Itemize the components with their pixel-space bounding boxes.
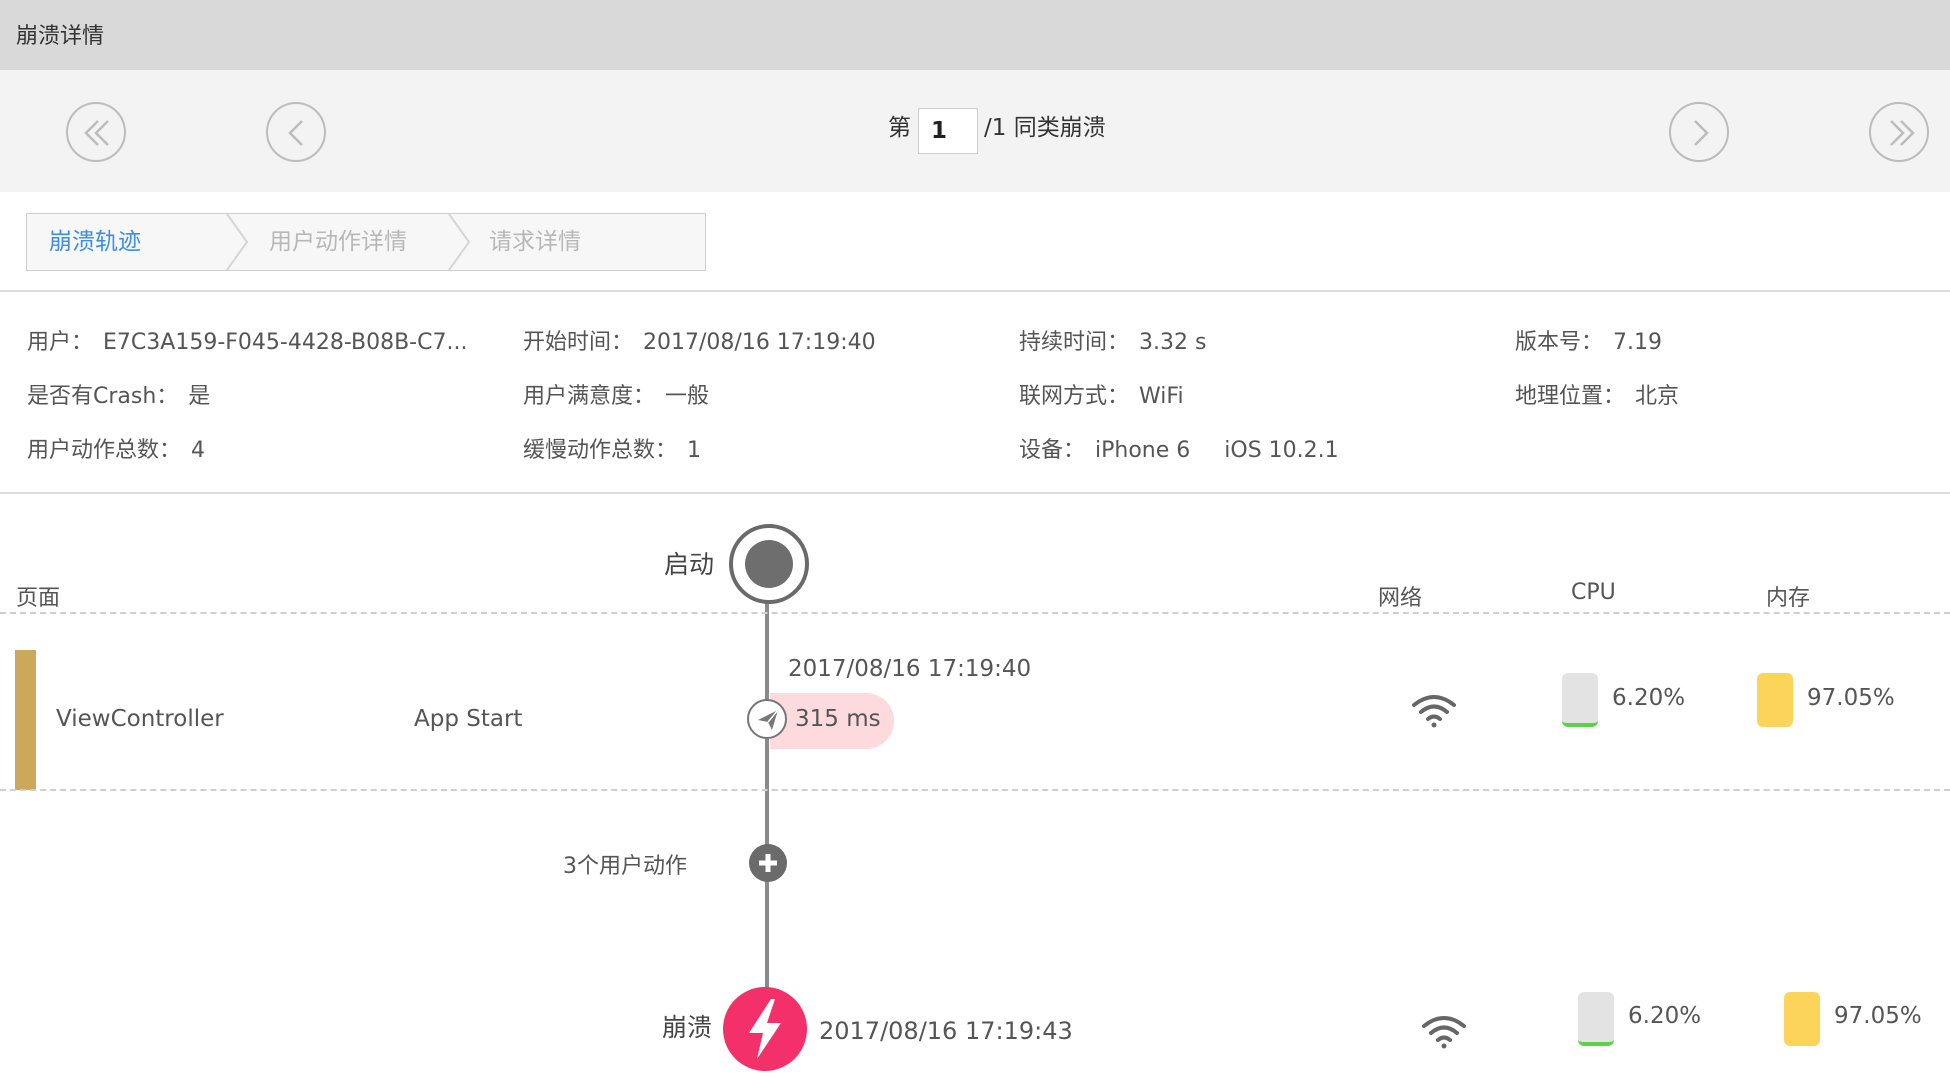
wifi-icon xyxy=(1412,695,1456,728)
row-divider xyxy=(0,789,1950,791)
info-device: 设备： iPhone 6 iOS 10.2.1 xyxy=(1019,432,1339,464)
info-value: 7.19 xyxy=(1613,330,1662,355)
expand-actions-button[interactable] xyxy=(749,844,787,882)
row-page-name: ViewController xyxy=(56,706,224,732)
info-location: 地理位置： 北京 xyxy=(1515,378,1679,410)
row-cpu-value: 6.20% xyxy=(1612,685,1686,711)
tab-separator xyxy=(448,214,471,270)
row-duration: 315 ms xyxy=(795,706,881,732)
info-user: 用户： E7C3A159-F045-4428-B08B-C7... xyxy=(27,324,467,356)
info-os-value: iOS 10.2.1 xyxy=(1224,438,1339,463)
info-label: 开始时间： xyxy=(523,330,634,355)
info-label: 用户动作总数： xyxy=(27,438,182,463)
last-page-button[interactable] xyxy=(1869,102,1929,162)
divider xyxy=(0,492,1950,494)
info-value: 4 xyxy=(191,438,206,463)
info-label: 设备： xyxy=(1019,438,1086,463)
info-slow-total: 缓慢动作总数： 1 xyxy=(523,432,701,464)
info-value: WiFi xyxy=(1139,384,1184,409)
detail-tabs: 崩溃轨迹 用户动作详情 请求详情 xyxy=(26,213,706,271)
column-network: 网络 xyxy=(1378,586,1423,611)
column-memory: 内存 xyxy=(1766,586,1811,611)
first-page-button[interactable] xyxy=(66,102,126,162)
cpu-battery-icon xyxy=(1562,673,1598,727)
divider xyxy=(0,290,1950,292)
info-satisfaction: 用户满意度： 一般 xyxy=(523,378,709,410)
page-suffix: /1 同类崩溃 xyxy=(984,115,1106,141)
info-value: 3.32 s xyxy=(1139,330,1207,355)
header-divider xyxy=(0,612,1950,614)
info-action-total: 用户动作总数： 4 xyxy=(27,432,205,464)
prev-page-button[interactable] xyxy=(266,102,326,162)
chevron-left-icon xyxy=(288,120,303,146)
info-value: E7C3A159-F045-4428-B08B-C7... xyxy=(103,330,468,355)
tab-user-actions[interactable]: 用户动作详情 xyxy=(269,214,407,270)
info-label: 联网方式： xyxy=(1019,384,1130,409)
crash-timestamp: 2017/08/16 17:19:43 xyxy=(819,1017,1073,1045)
start-label: 启动 xyxy=(664,550,715,579)
start-node-icon xyxy=(729,524,809,604)
info-value: iPhone 6 xyxy=(1095,438,1191,463)
info-value: 北京 xyxy=(1635,384,1680,409)
info-has-crash: 是否有Crash： 是 xyxy=(27,378,210,410)
info-label: 用户： xyxy=(27,330,94,355)
cpu-battery-icon xyxy=(1578,992,1614,1046)
info-start-time: 开始时间： 2017/08/16 17:19:40 xyxy=(523,324,876,356)
row-action-name[interactable]: App Start xyxy=(414,706,522,732)
send-icon xyxy=(747,699,787,739)
tab-separator xyxy=(226,214,249,270)
row-memory-value: 97.05% xyxy=(1807,685,1895,711)
info-value: 是 xyxy=(188,384,211,409)
info-value: 2017/08/16 17:19:40 xyxy=(643,330,876,355)
info-label: 持续时间： xyxy=(1019,330,1130,355)
info-value: 1 xyxy=(687,438,702,463)
chevron-right-icon xyxy=(1694,120,1709,146)
memory-battery-icon xyxy=(1757,673,1793,727)
info-value: 一般 xyxy=(665,384,710,409)
pager-bar: 第 /1 同类崩溃 xyxy=(0,70,1950,192)
crash-cpu-value: 6.20% xyxy=(1628,1003,1702,1029)
title-bar: 崩溃详情 xyxy=(0,0,1950,70)
wifi-icon xyxy=(1422,1016,1466,1049)
column-page: 页面 xyxy=(16,586,61,611)
double-chevron-left-icon xyxy=(84,120,109,146)
page-color-bar xyxy=(15,650,36,790)
tab-crash-trace[interactable]: 崩溃轨迹 xyxy=(49,214,141,270)
memory-battery-icon xyxy=(1784,992,1820,1046)
info-label: 缓慢动作总数： xyxy=(523,438,678,463)
row-timestamp: 2017/08/16 17:19:40 xyxy=(788,656,1032,682)
info-label: 地理位置： xyxy=(1515,384,1626,409)
page-prefix: 第 xyxy=(888,115,911,141)
info-network: 联网方式： WiFi xyxy=(1019,378,1184,410)
plus-icon xyxy=(759,854,777,872)
window-title: 崩溃详情 xyxy=(16,24,105,49)
info-label: 用户满意度： xyxy=(523,384,656,409)
column-cpu: CPU xyxy=(1571,580,1616,605)
tab-requests[interactable]: 请求详情 xyxy=(489,214,581,270)
info-label: 是否有Crash： xyxy=(27,384,179,409)
crash-label: 崩溃 xyxy=(662,1013,713,1042)
crash-memory-value: 97.05% xyxy=(1834,1003,1922,1029)
lightning-icon xyxy=(749,999,781,1059)
info-duration: 持续时间： 3.32 s xyxy=(1019,324,1206,356)
crash-node xyxy=(723,987,807,1071)
info-version: 版本号： 7.19 xyxy=(1515,324,1662,356)
collapsed-actions-label: 3个用户动作 xyxy=(563,854,687,879)
info-label: 版本号： xyxy=(1515,330,1604,355)
timeline-axis xyxy=(765,600,769,1000)
page-number-input[interactable] xyxy=(918,108,978,154)
next-page-button[interactable] xyxy=(1669,102,1729,162)
double-chevron-right-icon xyxy=(1890,120,1915,146)
